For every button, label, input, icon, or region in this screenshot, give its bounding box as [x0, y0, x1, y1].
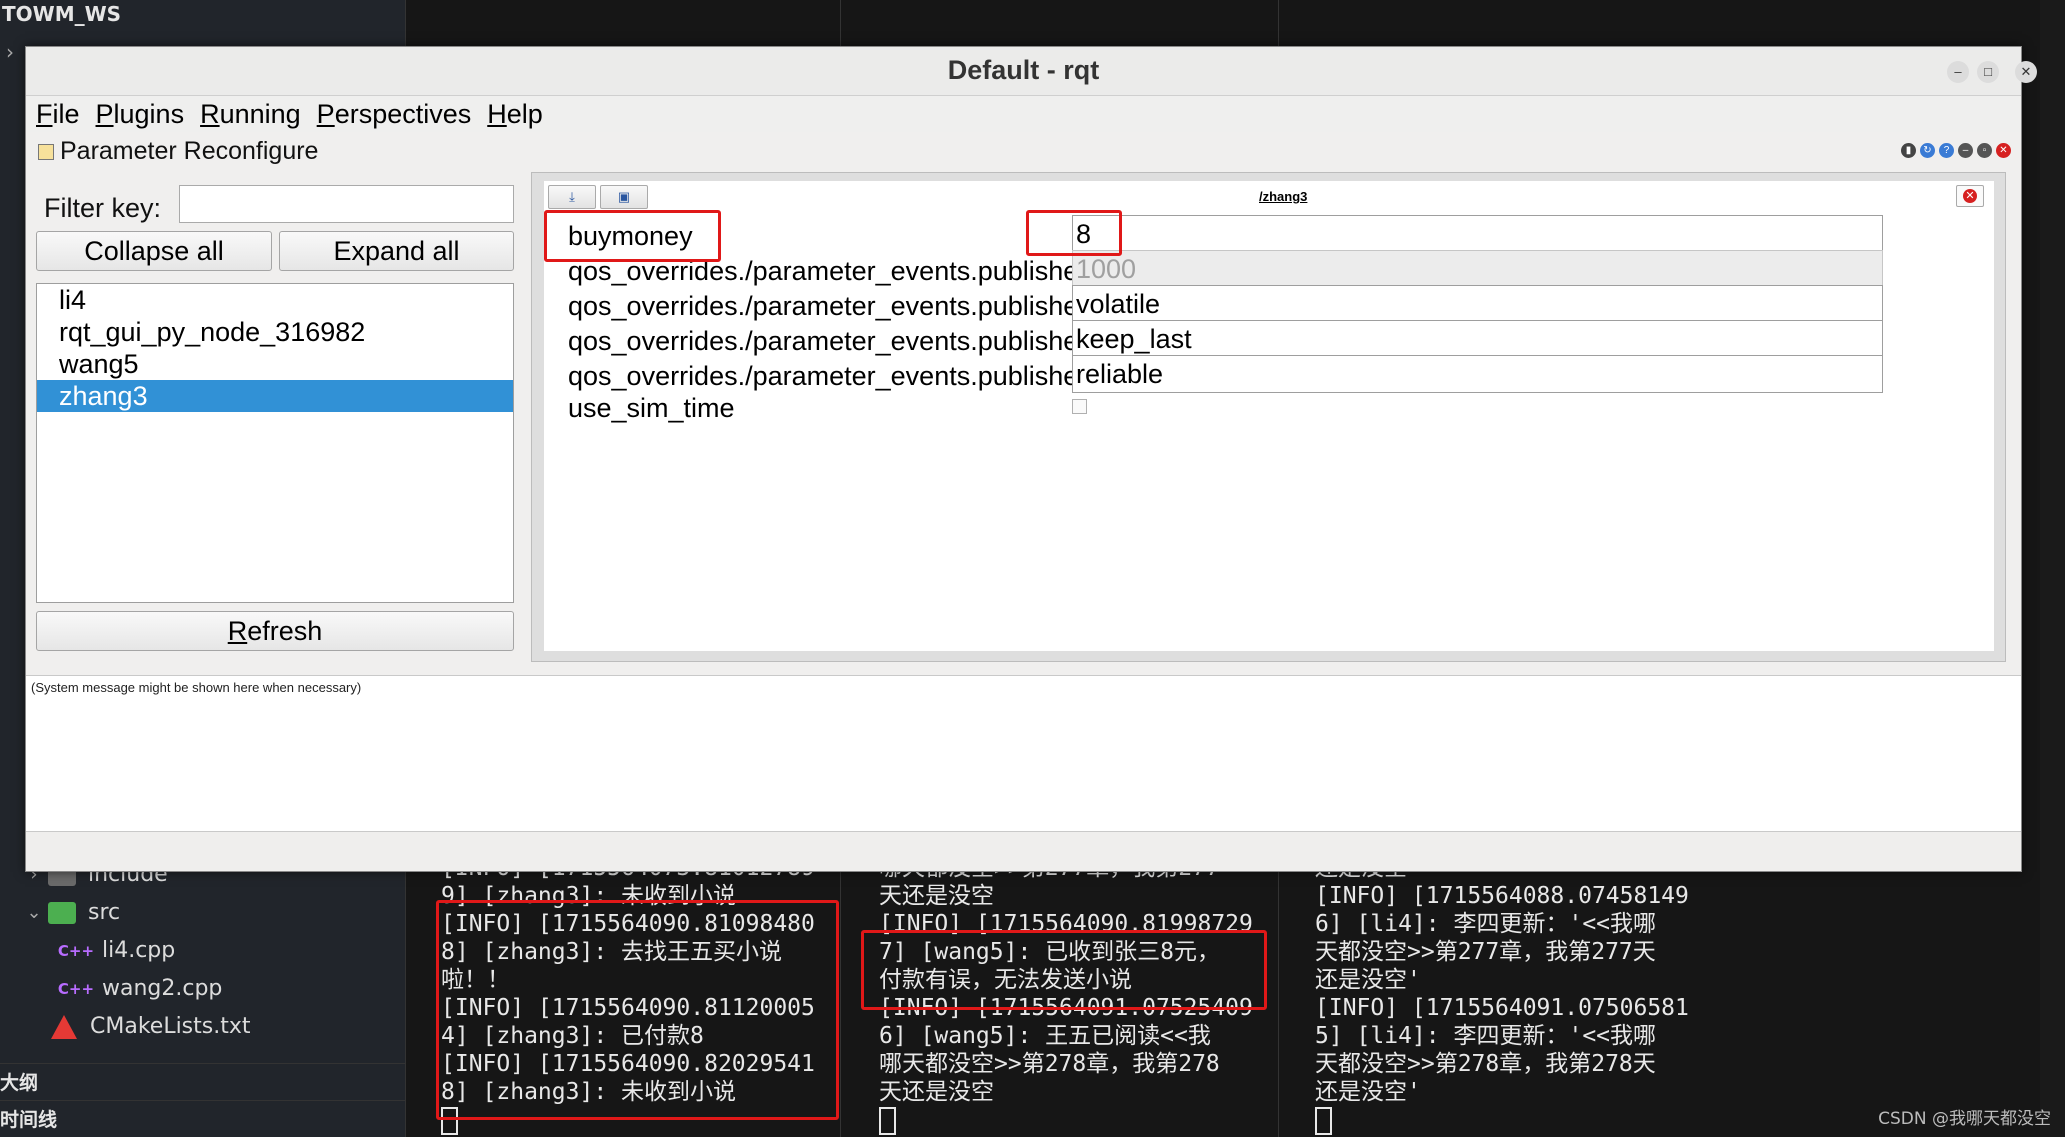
- node-item-rqt-gui[interactable]: rqt_gui_py_node_316982: [37, 316, 513, 348]
- timeline-section[interactable]: 时间线: [0, 1100, 405, 1132]
- close-node-button[interactable]: ✕: [1956, 185, 1984, 207]
- chevron-down-icon: ⌄: [26, 902, 42, 923]
- param-value-depth: 1000: [1072, 250, 1883, 288]
- window-title: Default - rqt: [947, 55, 1100, 85]
- menu-help[interactable]: Help: [487, 96, 543, 132]
- param-value-durability[interactable]: volatile: [1072, 285, 1883, 323]
- outline-section[interactable]: 大纲: [0, 1063, 405, 1095]
- collapse-all-button[interactable]: Collapse all: [36, 231, 272, 271]
- cmake-icon: [50, 1014, 78, 1039]
- filter-key-input[interactable]: [179, 185, 514, 223]
- param-value-reliability[interactable]: reliable: [1072, 355, 1883, 393]
- tree-item-label: CMakeLists.txt: [90, 1014, 251, 1039]
- node-item-wang5[interactable]: wang5: [37, 348, 513, 380]
- reload-icon[interactable]: ↻: [1920, 143, 1935, 158]
- load-icon[interactable]: ⤓: [548, 185, 596, 209]
- close-plugin-icon[interactable]: ✕: [1996, 143, 2011, 158]
- param-name-use-sim-time: use_sim_time: [568, 393, 735, 423]
- dock-config-icon[interactable]: ▮: [1901, 143, 1916, 158]
- menu-file[interactable]: File: [36, 96, 80, 132]
- close-icon[interactable]: ✕: [2015, 61, 2037, 83]
- refresh-button[interactable]: Refresh: [36, 611, 514, 651]
- minimize-icon[interactable]: –: [1947, 61, 1969, 83]
- filter-label: Filter key:: [44, 193, 162, 223]
- highlight-box: [1026, 210, 1122, 256]
- node-item-zhang3[interactable]: zhang3: [37, 380, 513, 412]
- menu-plugins[interactable]: Plugins: [96, 96, 185, 132]
- title-bar[interactable]: Default - rqt – □ ✕: [26, 47, 2037, 96]
- plugin-title: Parameter Reconfigure: [38, 137, 318, 166]
- cpp-icon: C++: [57, 941, 95, 960]
- system-message-area: (System message might be shown here when…: [26, 675, 2021, 832]
- highlight-box: [436, 900, 839, 1120]
- watermark: CSDN @我哪天都没空: [1878, 1109, 2051, 1129]
- terminal-cursor: [879, 1106, 896, 1135]
- param-value-buymoney[interactable]: 8: [1072, 215, 1883, 253]
- highlight-box: [861, 930, 1267, 1010]
- tree-item-label: wang2.cpp: [102, 976, 223, 1001]
- project-title[interactable]: TOWM_WS: [2, 2, 121, 26]
- use-sim-time-checkbox[interactable]: [1072, 399, 1087, 414]
- plugin-icon: [38, 144, 54, 161]
- parameter-editor-pane: ⤓ ▣ /zhang3 ✕ buymoney 8 qos_overrides./…: [531, 172, 2006, 662]
- src-folder-icon: [48, 901, 76, 924]
- splitter-handle[interactable]: [26, 667, 2021, 675]
- tree-item-li4-cpp[interactable]: C++ li4.cpp: [57, 938, 176, 963]
- maximize-icon[interactable]: □: [1977, 61, 1999, 83]
- status-bar: [26, 832, 2021, 870]
- right-edge-panel: [2040, 0, 2065, 1137]
- rqt-window: Default - rqt – □ ✕ File Plugins Running…: [25, 46, 2037, 872]
- menu-perspectives[interactable]: Perspectives: [317, 96, 472, 132]
- chevron-right-icon[interactable]: ›: [6, 40, 14, 64]
- tree-item-wang2-cpp[interactable]: C++ wang2.cpp: [57, 976, 223, 1001]
- highlight-box: [544, 210, 721, 262]
- menu-running[interactable]: Running: [200, 96, 301, 132]
- tree-item-src[interactable]: ⌄ src: [20, 900, 120, 925]
- terminal-cursor: [1315, 1106, 1332, 1135]
- node-list: li4 rqt_gui_py_node_316982 wang5 zhang3: [36, 283, 514, 603]
- minimize-dock-icon[interactable]: –: [1958, 143, 1973, 158]
- save-icon[interactable]: ▣: [600, 185, 648, 209]
- cpp-icon: C++: [57, 979, 95, 998]
- node-item-li4[interactable]: li4: [37, 284, 513, 316]
- undock-icon[interactable]: ▫: [1977, 143, 1992, 158]
- close-icon: ✕: [1963, 189, 1977, 203]
- param-value-history[interactable]: keep_last: [1072, 320, 1883, 358]
- expand-all-button[interactable]: Expand all: [279, 231, 514, 271]
- node-path-label: /zhang3: [1259, 189, 1308, 204]
- param-editor: ⤓ ▣ /zhang3 ✕ buymoney 8 qos_overrides./…: [544, 181, 1994, 651]
- menu-bar: File Plugins Running Perspectives Help: [26, 96, 2021, 132]
- tree-item-label: src: [88, 900, 121, 925]
- dock-controls: ▮ ↻ ? – ▫ ✕: [1901, 143, 2011, 158]
- help-icon[interactable]: ?: [1939, 143, 1954, 158]
- system-message-text: (System message might be shown here when…: [31, 680, 362, 695]
- node-selector-pane: Filter key: Collapse all Expand all li4 …: [34, 175, 514, 705]
- tree-item-label: li4.cpp: [102, 938, 176, 963]
- tree-item-cmakelists[interactable]: CMakeLists.txt: [50, 1014, 251, 1039]
- terminal-output: 还是没空' [INFO] [1715564088.07458149 6] [li…: [1315, 854, 1689, 1135]
